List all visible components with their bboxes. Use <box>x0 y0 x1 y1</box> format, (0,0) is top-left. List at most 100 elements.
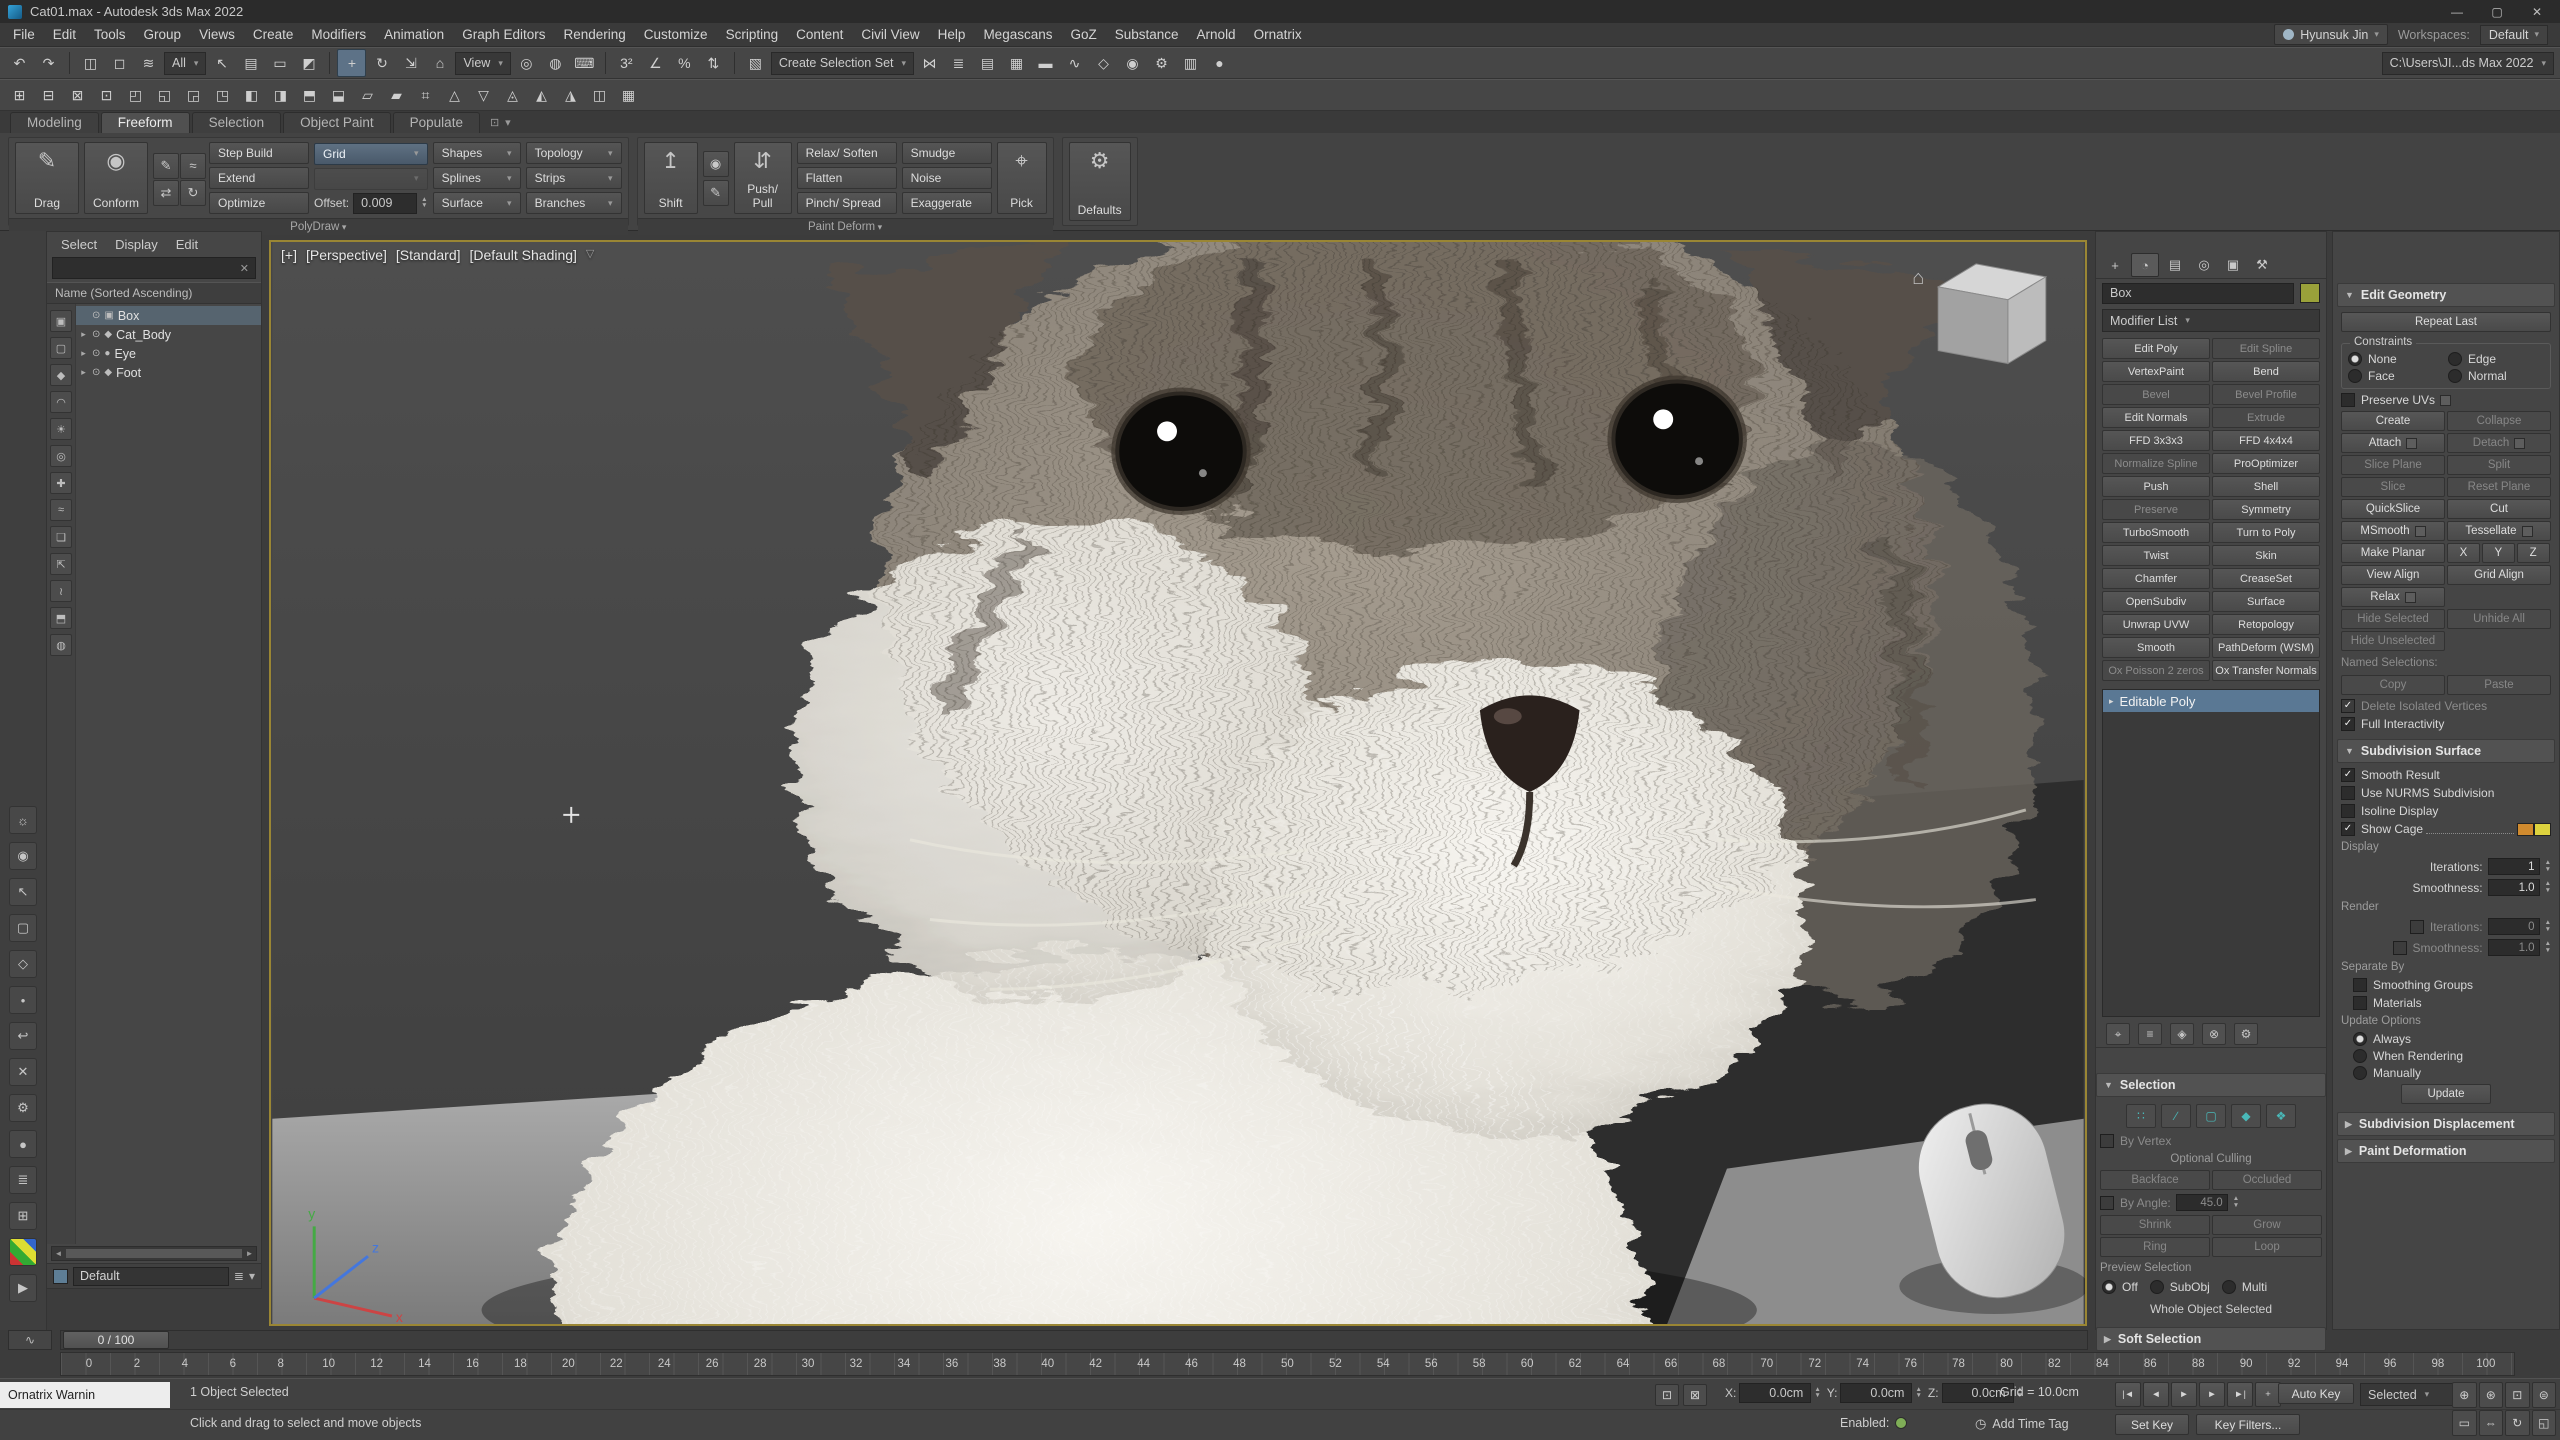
edit-geometry-button[interactable]: Unhide All <box>2447 609 2551 629</box>
menu-item[interactable]: Customize <box>635 27 717 42</box>
menu-item[interactable]: Group <box>135 27 191 42</box>
menu-item[interactable]: Content <box>787 27 852 42</box>
update-option-radio[interactable]: Always <box>2353 1032 2551 1046</box>
remove-modifier-icon[interactable]: ⊗ <box>2202 1023 2226 1045</box>
polydraw-flyout-button[interactable]: Topology <box>526 142 622 164</box>
custom-tool-19-icon[interactable]: ◭ <box>528 82 555 108</box>
modifier-button[interactable]: Bevel <box>2102 384 2210 405</box>
polydraw-flyout-button[interactable]: Branches <box>526 192 622 214</box>
menu-item[interactable]: GoZ <box>1061 27 1105 42</box>
by-angle-value[interactable]: 45.0 <box>2176 1194 2228 1211</box>
conform-relax-icon[interactable]: ≈ <box>180 153 206 179</box>
selection-lock-icon[interactable]: ⊠ <box>1683 1384 1707 1406</box>
display-helpers-icon[interactable]: ✚ <box>50 472 72 494</box>
custom-tool-18-icon[interactable]: ◬ <box>499 82 526 108</box>
modifier-button[interactable]: Edit Normals <box>2102 407 2210 428</box>
scene-object-row[interactable]: ⊙ ▣ Box <box>76 306 261 325</box>
scene-object-row[interactable]: ▸ ⊙ ◆ Cat_Body <box>76 325 261 344</box>
select-arrow-icon[interactable]: ↖ <box>9 878 37 906</box>
custom-tool-22-icon[interactable]: ▦ <box>615 82 642 108</box>
conform-move-icon[interactable]: ⇄ <box>153 180 179 206</box>
curve-editor-icon[interactable]: ∿ <box>1061 50 1088 76</box>
edit-geometry-button[interactable]: Create <box>2341 411 2445 431</box>
hierarchy-tab-icon[interactable]: ▤ <box>2162 254 2188 276</box>
selection-rollout-header[interactable]: Selection <box>2096 1073 2326 1097</box>
edit-geometry-button[interactable]: QuickSlice <box>2341 499 2445 519</box>
edit-geometry-button[interactable]: Tessellate <box>2447 521 2551 541</box>
polydraw-button[interactable]: Step Build <box>209 142 309 164</box>
full-interactivity-checkbox[interactable]: Full Interactivity <box>2341 717 2551 731</box>
scene-explorer-toggle-icon[interactable]: ▦ <box>1003 50 1030 76</box>
undo-arrow-icon[interactable]: ↩ <box>9 1022 37 1050</box>
use-pivot-center-icon[interactable]: ◎ <box>513 50 540 76</box>
ribbon-tab[interactable]: Object Paint <box>283 112 391 133</box>
defaults-button[interactable]: ⚙Defaults <box>1069 142 1131 221</box>
stack-entry[interactable]: ▸ Editable Poly <box>2103 690 2319 712</box>
explorer-horizontal-scrollbar[interactable]: ◄ ► <box>51 1246 257 1261</box>
modifier-button[interactable]: Ox Poisson 2 zeros <box>2102 660 2210 681</box>
cage-selected-color-swatch[interactable] <box>2534 823 2551 836</box>
custom-tool-07-icon[interactable]: ◲ <box>180 82 207 108</box>
sphere-icon[interactable]: ● <box>9 1130 37 1158</box>
select-and-move-icon[interactable]: + <box>337 49 366 77</box>
by-angle-checkbox[interactable]: By Angle: <box>2100 1196 2171 1210</box>
next-key-icon[interactable]: ► <box>2199 1382 2225 1407</box>
go-to-start-icon[interactable]: |◄ <box>2115 1382 2141 1407</box>
subdivision-surface-rollout-header[interactable]: Subdivision Surface <box>2337 739 2555 763</box>
modifier-button[interactable]: Extrude <box>2212 407 2320 428</box>
angle-snap-icon[interactable]: ∠ <box>642 50 669 76</box>
custom-tool-11-icon[interactable]: ⬒ <box>296 82 323 108</box>
menu-item[interactable]: Arnold <box>1188 27 1245 42</box>
motion-tab-icon[interactable]: ◎ <box>2191 254 2217 276</box>
update-option-radio[interactable]: Manually <box>2353 1066 2551 1080</box>
spinner-snap-icon[interactable]: ⇅ <box>700 50 727 76</box>
menu-item[interactable]: Civil View <box>852 27 928 42</box>
constraint-radio[interactable]: Face <box>2348 369 2444 383</box>
edit-geometry-button[interactable]: Z <box>2517 543 2550 563</box>
minimize-button[interactable]: — <box>2442 5 2472 19</box>
time-tag[interactable]: ◷ Add Time Tag <box>1975 1416 2069 1432</box>
select-and-manipulate-icon[interactable]: ◍ <box>542 50 569 76</box>
viewport-menu-label[interactable]: [Standard] <box>396 247 461 263</box>
explorer-sort-header[interactable]: Name (Sorted Ascending) <box>47 282 261 304</box>
modifier-button[interactable]: Edit Poly <box>2102 338 2210 359</box>
paint-deform-button[interactable]: Relax/ Soften <box>797 142 897 164</box>
render-production-icon[interactable]: ● <box>1206 50 1233 76</box>
iterations-spinner[interactable]: 1 <box>2488 858 2540 875</box>
preview-selection-radio[interactable]: Off <box>2102 1280 2138 1294</box>
display-containers-icon[interactable]: ⬒ <box>50 607 72 629</box>
display-tab-icon[interactable]: ▣ <box>2220 254 2246 276</box>
edit-geometry-button[interactable]: Y <box>2482 543 2515 563</box>
display-bones-icon[interactable]: ≀ <box>50 580 72 602</box>
custom-tool-04-icon[interactable]: ⊡ <box>93 82 120 108</box>
display-materials-icon[interactable]: ◍ <box>50 634 72 656</box>
custom-tool-02-icon[interactable]: ⊟ <box>35 82 62 108</box>
select-and-rotate-icon[interactable]: ↻ <box>368 50 395 76</box>
pin-stack-icon[interactable]: ⌖ <box>2106 1023 2130 1045</box>
menu-item[interactable]: Graph Editors <box>453 27 554 42</box>
border-mode-icon[interactable]: ▢ <box>2196 1104 2226 1128</box>
menu-item[interactable]: Modifiers <box>302 27 375 42</box>
custom-tool-08-icon[interactable]: ◳ <box>209 82 236 108</box>
display-cameras-icon[interactable]: ◎ <box>50 445 72 467</box>
display-groups-icon[interactable]: ❏ <box>50 526 72 548</box>
materials-checkbox[interactable]: Materials <box>2353 996 2551 1010</box>
zoom-all-icon[interactable]: ⊛ <box>2479 1382 2504 1408</box>
modifier-button[interactable]: FFD 4x4x4 <box>2212 430 2320 451</box>
menu-item[interactable]: Help <box>929 27 975 42</box>
display-xrefs-icon[interactable]: ⇱ <box>50 553 72 575</box>
soft-selection-rollout-header[interactable]: Soft Selection <box>2096 1327 2326 1351</box>
select-and-link-icon[interactable]: ◫ <box>77 50 104 76</box>
edit-geometry-button[interactable]: Hide Selected <box>2341 609 2445 629</box>
edit-geometry-button[interactable]: MSmooth <box>2341 521 2445 541</box>
key-mode-dropdown[interactable]: Selected <box>2360 1383 2456 1406</box>
select-and-scale-icon[interactable]: ⇲ <box>397 50 424 76</box>
iterations-spin-arrows[interactable]: ▲▼ <box>2545 860 2551 873</box>
display-none-icon[interactable]: ▢ <box>50 337 72 359</box>
modifier-button[interactable]: PathDeform (WSM) <box>2212 637 2320 658</box>
select-object-icon[interactable]: ↖ <box>208 50 235 76</box>
modifier-button[interactable]: Shell <box>2212 476 2320 497</box>
edit-geometry-button[interactable]: Cut <box>2447 499 2551 519</box>
modifier-button[interactable]: Normalize Spline <box>2102 453 2210 474</box>
menu-item[interactable]: Scripting <box>717 27 788 42</box>
